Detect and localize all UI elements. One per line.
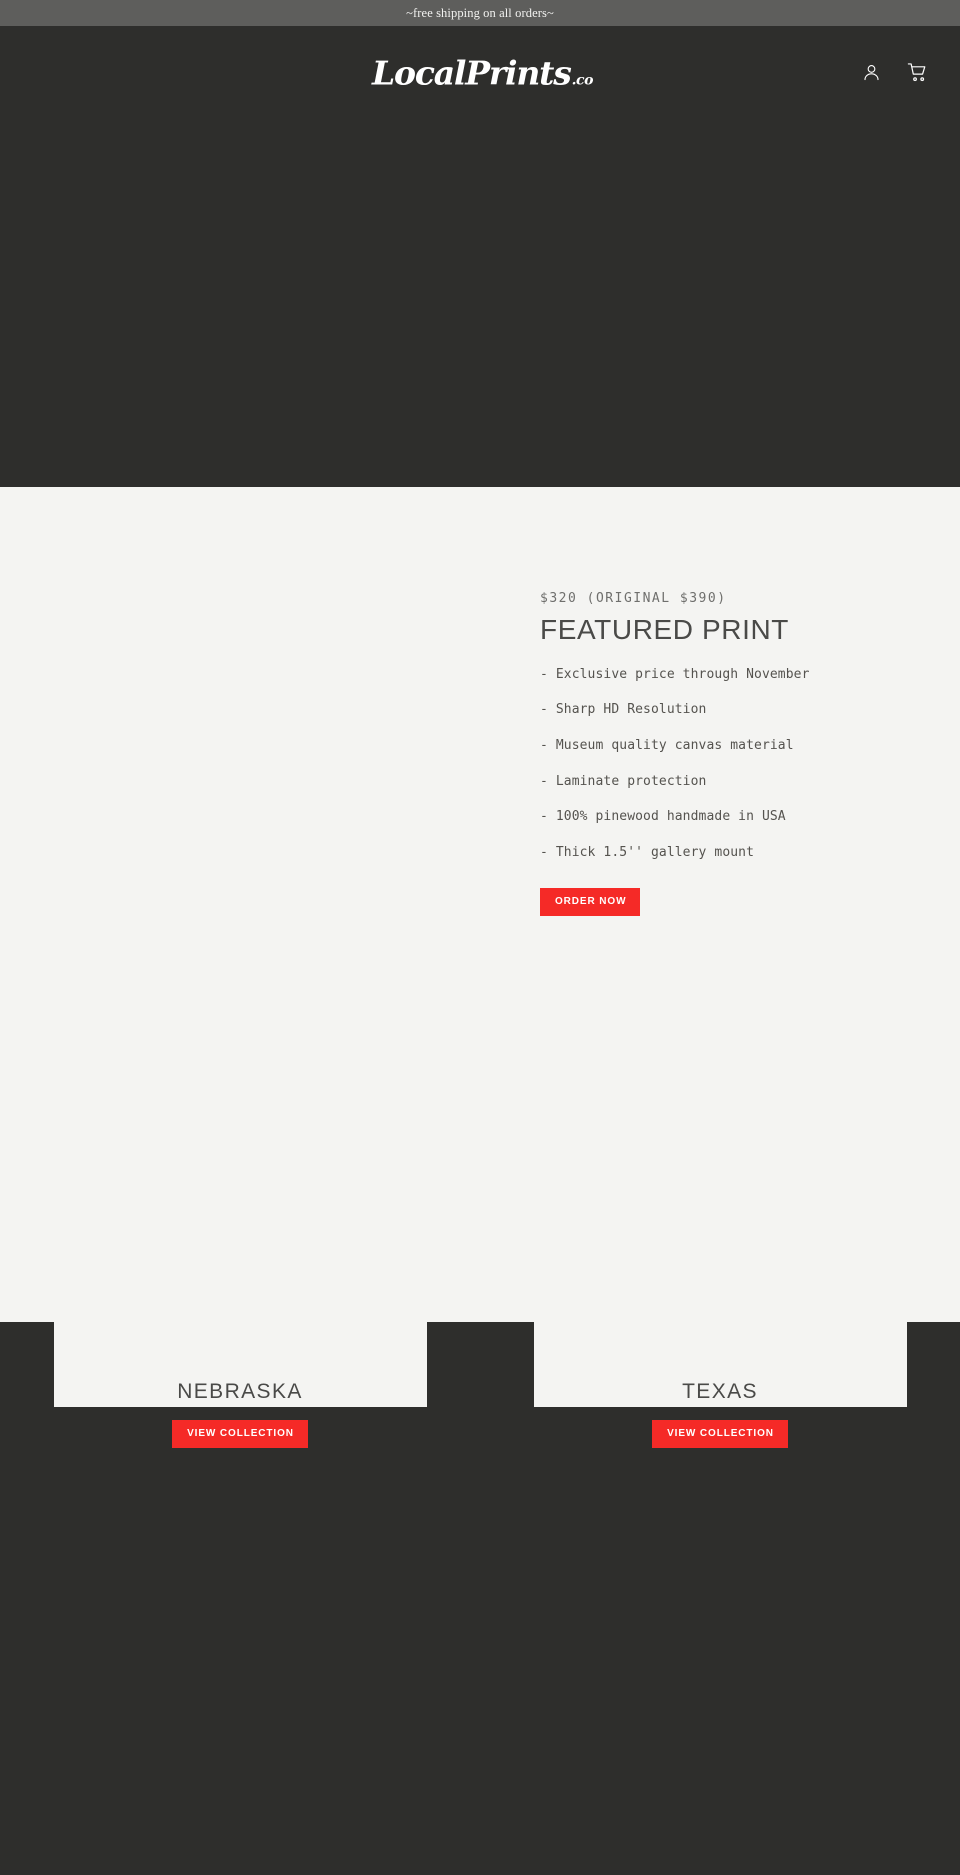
collection-title-nebraska: NEBRASKA — [177, 1380, 303, 1403]
featured-product-section: $320 (ORIGINAL $390) FEATURED PRINT - Ex… — [0, 487, 960, 977]
cart-button[interactable] — [900, 56, 934, 90]
list-item: - Exclusive price through November — [540, 666, 810, 682]
featured-product-image — [0, 487, 540, 977]
collection-card-nebraska: NEBRASKA VIEW COLLECTION — [0, 987, 480, 1448]
site-header: LocalPrints .co — [0, 26, 960, 119]
collection-title-texas: TEXAS — [682, 1380, 758, 1403]
logo-main-text: LocalPrints — [372, 53, 572, 92]
collections-section: NEBRASKA VIEW COLLECTION TEXAS VIEW COLL… — [0, 987, 960, 1448]
list-item: - Museum quality canvas material — [540, 737, 794, 753]
collection-image-nebraska — [53, 987, 427, 1407]
feature-list: - Exclusive price through November - Sha… — [540, 667, 960, 861]
announcement-bar: ~free shipping on all orders~ — [0, 0, 960, 26]
list-item: - Laminate protection — [540, 773, 707, 789]
hero-image — [0, 119, 960, 487]
account-button[interactable] — [854, 56, 888, 90]
view-collection-button-nebraska[interactable]: VIEW COLLECTION — [172, 1420, 308, 1448]
collection-card-texas: TEXAS VIEW COLLECTION — [480, 987, 960, 1448]
announcement-text: ~free shipping on all orders~ — [406, 5, 554, 20]
view-collection-button-texas[interactable]: VIEW COLLECTION — [652, 1420, 788, 1448]
site-logo[interactable]: LocalPrints .co — [372, 53, 594, 92]
hero-section: LocalPrints .co — [0, 26, 960, 487]
main-content: $320 (ORIGINAL $390) FEATURED PRINT - Ex… — [0, 487, 960, 1448]
featured-product-details: $320 (ORIGINAL $390) FEATURED PRINT - Ex… — [540, 487, 960, 977]
page-root: ~free shipping on all orders~ LocalPrint… — [0, 0, 960, 1875]
logo-suffix-text: .co — [571, 72, 594, 88]
shopping-cart-icon — [907, 62, 928, 83]
list-item: - Thick 1.5'' gallery mount — [540, 844, 755, 860]
list-item: - 100% pinewood handmade in USA — [540, 809, 786, 825]
collection-image-texas — [533, 987, 907, 1407]
list-item: - Sharp HD Resolution — [540, 702, 707, 718]
header-actions — [854, 56, 934, 90]
featured-product-title: FEATURED PRINT — [540, 614, 789, 645]
person-icon — [862, 63, 881, 82]
price-text: $320 (ORIGINAL $390) — [540, 591, 727, 606]
order-now-button[interactable]: ORDER NOW — [540, 888, 641, 917]
